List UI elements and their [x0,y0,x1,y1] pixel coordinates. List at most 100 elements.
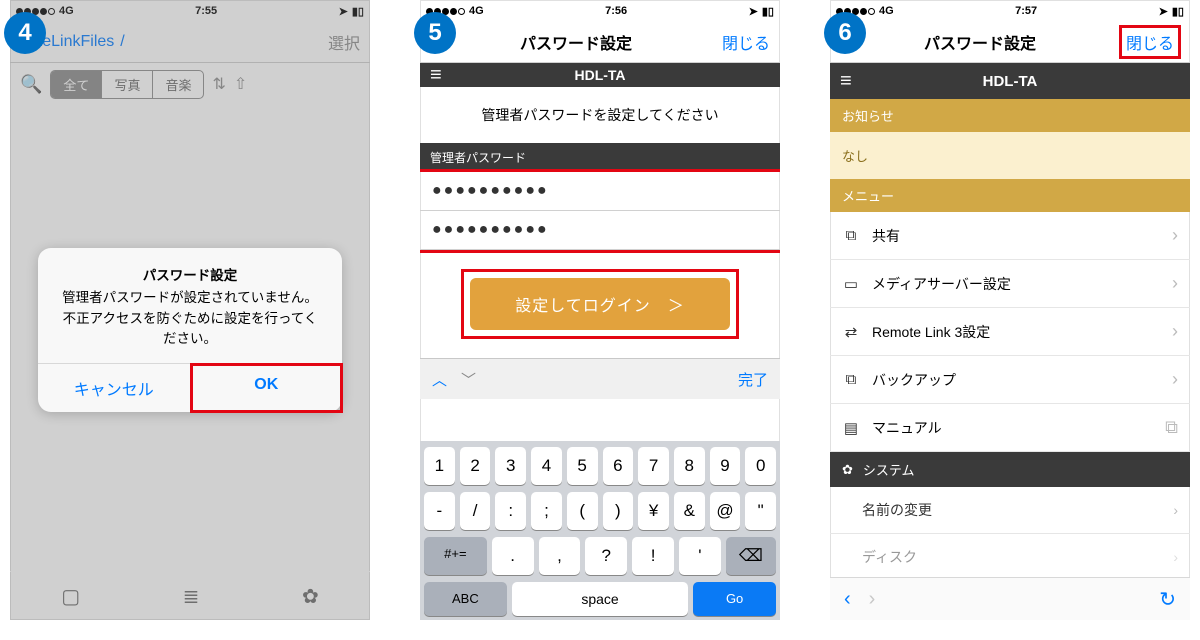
clock: 7:56 [605,5,627,17]
key-5[interactable]: 5 [567,447,598,485]
document-icon: ▤ [842,419,860,437]
key-quote[interactable]: " [745,492,776,530]
key-dash[interactable]: - [424,492,455,530]
display-icon: ▭ [842,275,860,293]
forward-icon[interactable]: › [869,588,876,611]
submit-login-button[interactable]: 設定してログイン ＞ [470,278,730,330]
system-item-rename[interactable]: 名前の変更 › [830,487,1190,534]
reload-icon[interactable]: ↻ [1159,587,1176,612]
clock: 7:57 [1015,5,1037,17]
system-section-header: ✿ システム [830,452,1190,487]
next-field-icon[interactable]: ﹀ [461,369,476,390]
chevron-right-icon: › [1172,369,1178,390]
key-6[interactable]: 6 [603,447,634,485]
key-excl[interactable]: ! [632,537,674,575]
key-go[interactable]: Go [693,582,776,616]
external-link-icon: ⧉ [1165,417,1178,438]
menu-label: Remote Link 3設定 [872,322,990,342]
screen-2: 4G 7:56 ➤▮▯ パスワード設定 閉じる ≡ HDL-TA 管理者パスワー… [420,0,780,620]
cancel-button[interactable]: キャンセル [38,364,191,412]
device-name: HDL-TA [574,67,625,83]
close-button[interactable]: 閉じる [1120,26,1180,58]
close-button[interactable]: 閉じる [722,30,770,54]
key-yen[interactable]: ¥ [638,492,669,530]
sitemap-icon: ⧉ [842,371,860,388]
key-row-4: ABC space Go [424,582,776,616]
dialog-body: 管理者パスワードが設定されていません。不正アクセスを防ぐために設定を行ってくださ… [56,288,324,349]
hamburger-icon[interactable]: ≡ [430,64,442,87]
key-qmark[interactable]: ? [585,537,627,575]
screen-1: 4G 7:55 ➤ ▮▯ noteLinkFiles / 選択 🔍 全て 写真 … [10,0,370,620]
key-0[interactable]: 0 [745,447,776,485]
key-apos[interactable]: ' [679,537,721,575]
ok-button[interactable]: OK [191,364,343,412]
prompt-text: 管理者パスワードを設定してください [420,87,780,143]
carrier: 4G [879,5,894,17]
key-space[interactable]: space [512,582,689,616]
keyboard: 1 2 3 4 5 6 7 8 9 0 - / : ; ( ) ¥ & @ " … [420,441,780,620]
device-header: ≡ HDL-TA [420,63,780,87]
browser-toolbar: ‹ › ↻ [830,577,1190,620]
chevron-right-icon: › [1173,549,1178,565]
key-slash[interactable]: / [460,492,491,530]
key-4[interactable]: 4 [531,447,562,485]
notice-section-header: お知らせ [830,99,1190,132]
device-name: HDL-TA [983,73,1038,90]
key-comma[interactable]: , [539,537,581,575]
step-badge-6: 6 [824,12,866,54]
key-lparen[interactable]: ( [567,492,598,530]
notice-body: なし [830,132,1190,179]
keyboard-done-button[interactable]: 完了 [738,369,768,390]
key-2[interactable]: 2 [460,447,491,485]
password-input-2[interactable]: ●●●●●●●●●● [420,211,780,250]
key-at[interactable]: @ [710,492,741,530]
location-icon: ➤ [749,5,758,18]
key-1[interactable]: 1 [424,447,455,485]
device-tab-icon[interactable]: ▢ [61,584,80,609]
step-badge-4: 4 [4,12,46,54]
link-icon: ⇄ [842,323,860,341]
prev-field-icon[interactable]: ︿ [432,369,447,390]
menu-label: メディアサーバー設定 [872,274,1011,294]
sitemap-icon: ⧉ [842,227,860,244]
settings-tab-icon[interactable]: ✿ [302,584,319,609]
sub-label: ディスク [862,547,917,567]
battery-icon: ▮▯ [762,5,774,18]
password-input-1[interactable]: ●●●●●●●●●● [420,172,780,211]
menu-item-backup[interactable]: ⧉バックアップ › [830,356,1190,404]
list-tab-icon[interactable]: ≣ [183,584,200,609]
hamburger-icon[interactable]: ≡ [840,70,852,93]
key-colon[interactable]: : [495,492,526,530]
key-3[interactable]: 3 [495,447,526,485]
key-backspace[interactable]: ⌫ [726,537,776,575]
key-row-3: #+= . , ? ! ' ⌫ [424,537,776,575]
page-title: パスワード設定 [924,30,1036,54]
device-header: ≡ HDL-TA [830,63,1190,99]
location-icon: ➤ [1159,5,1168,18]
menu-item-manual[interactable]: ▤マニュアル ⧉ [830,404,1190,452]
menu-item-remote-link[interactable]: ⇄ Remote Link 3設定 › [830,308,1190,356]
chevron-right-icon: › [1172,321,1178,342]
menu-item-media-server[interactable]: ▭メディアサーバー設定 › [830,260,1190,308]
system-label: システム [863,460,915,479]
key-7[interactable]: 7 [638,447,669,485]
menu-item-share[interactable]: ⧉共有 › [830,212,1190,260]
dialog-title: パスワード設定 [56,266,324,286]
key-8[interactable]: 8 [674,447,705,485]
key-period[interactable]: . [492,537,534,575]
sub-label: 名前の変更 [862,500,932,520]
key-row-2: - / : ; ( ) ¥ & @ " [424,492,776,530]
step-badge-5: 5 [414,12,456,54]
screen-3: 4G 7:57 ➤▮▯ パスワード設定 閉じる ≡ HDL-TA お知らせ なし… [830,0,1190,620]
key-9[interactable]: 9 [710,447,741,485]
key-abc[interactable]: ABC [424,582,507,616]
chevron-right-icon: › [1173,502,1178,518]
nav-bar: パスワード設定 閉じる [420,22,780,63]
chevron-right-icon: › [1172,225,1178,246]
key-shift-symbols[interactable]: #+= [424,537,487,575]
system-item-disk[interactable]: ディスク › [830,534,1190,571]
key-semi[interactable]: ; [531,492,562,530]
key-rparen[interactable]: ) [603,492,634,530]
back-icon[interactable]: ‹ [844,588,851,611]
key-amp[interactable]: & [674,492,705,530]
